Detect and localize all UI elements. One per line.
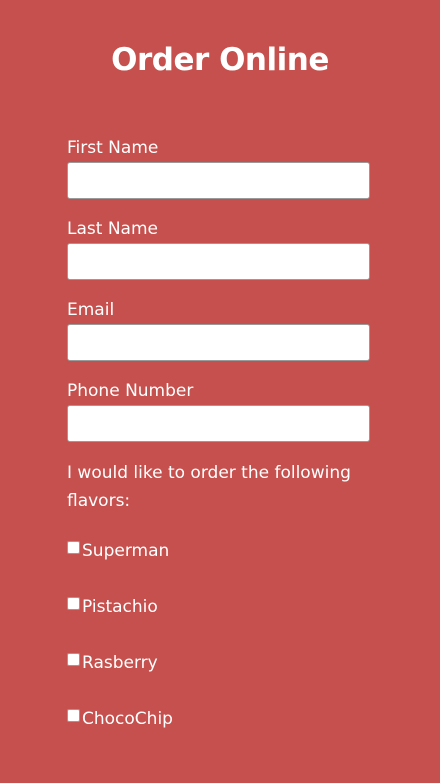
last-name-field-group: Last Name [67,215,371,280]
flavor-checkbox-rasberry[interactable] [67,653,80,666]
flavor-item-superman: Superman [67,539,371,563]
flavor-checkbox-superman[interactable] [67,541,80,554]
flavor-item-pistachio: Pistachio [67,595,371,619]
first-name-field-group: First Name [67,134,371,199]
flavor-item-rasberry: Rasberry [67,651,371,675]
phone-number-field-group: Phone Number [67,377,371,442]
order-form: First Name Last Name Email Phone Number … [67,134,371,731]
page-title: Order Online [111,42,329,78]
email-field-group: Email [67,296,371,361]
flavor-checkbox-pistachio[interactable] [67,597,80,610]
flavor-list: Superman Pistachio Rasberry ChocoChip [67,539,371,731]
flavor-label-rasberry: Rasberry [82,653,158,673]
flavor-label-chocochip: ChocoChip [82,709,173,729]
flavor-label-superman: Superman [82,541,170,561]
flavor-checkbox-chocochip[interactable] [67,709,80,722]
first-name-label: First Name [67,138,159,158]
email-label: Email [67,300,115,320]
flavor-label-pistachio: Pistachio [82,597,158,617]
first-name-input[interactable] [67,162,370,199]
email-input[interactable] [67,324,370,361]
phone-number-input[interactable] [67,405,370,442]
flavors-prompt: I would like to order the following flav… [67,463,351,511]
phone-number-label: Phone Number [67,381,194,401]
flavor-item-chocochip: ChocoChip [67,707,371,731]
last-name-input[interactable] [67,243,370,280]
last-name-label: Last Name [67,219,158,239]
